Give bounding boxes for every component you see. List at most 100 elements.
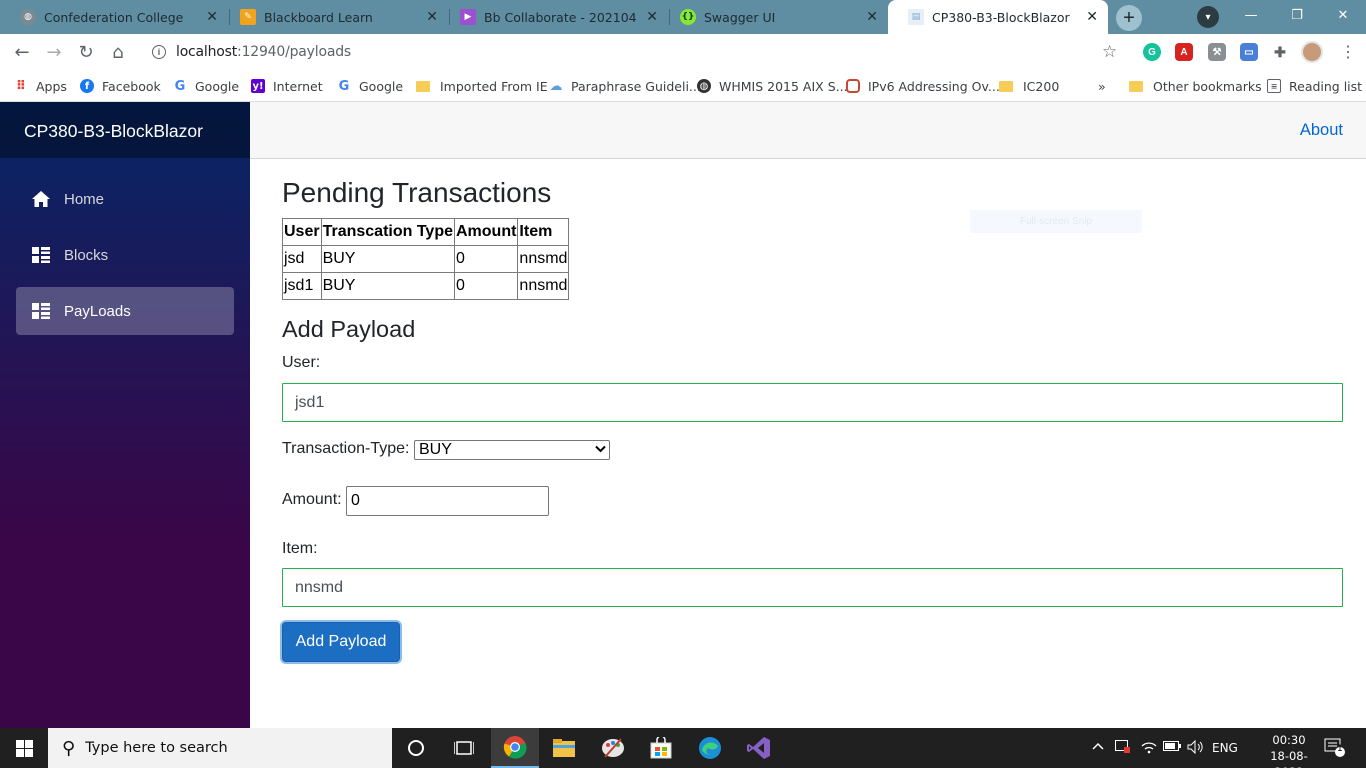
profile-avatar[interactable] [1301,41,1323,63]
bookmark-label: IPv6 Addressing Ov... [868,78,1000,94]
reload-icon[interactable]: ↻ [74,40,98,64]
close-tab-icon[interactable]: ✕ [1086,9,1098,25]
close-tab-icon[interactable]: ✕ [206,9,218,25]
transaction-type-value: BUY [419,441,452,458]
acrobat-icon[interactable]: A [1175,43,1193,61]
bookmark-whmis[interactable]: ◍ WHMIS 2015 AIX S... [697,77,848,95]
close-tab-icon[interactable]: ✕ [646,9,658,25]
brand-bar: CP380-B3-BlockBlazor [0,102,250,158]
nav-item-payloads[interactable]: PayLoads [16,287,234,335]
bookmarks-overflow-button[interactable]: » [1098,77,1106,95]
restore-icon[interactable]: ❐ [1274,0,1320,30]
bookmark-ic200[interactable]: IC200 [999,77,1059,95]
browser-menu-icon[interactable]: ⋮ [1340,42,1356,62]
bookmark-other-bookmarks[interactable]: Other bookmarks [1129,77,1262,95]
folder-icon [999,80,1013,92]
add-payload-button[interactable]: Add Payload [282,622,400,662]
home-icon [32,190,50,208]
swagger-icon: {} [680,9,696,25]
bookmark-label: Google [195,78,240,94]
task-view-icon[interactable] [440,728,488,768]
facebook-icon: f [80,79,94,93]
table-row: jsd BUY 0 nnsmd [282,245,570,273]
snip-overlay-toast: Full-screen Snip [970,210,1142,233]
grammarly-icon[interactable]: G [1143,43,1161,61]
bookmark-facebook[interactable]: f Facebook [80,77,161,95]
amount-input-value: 0 [351,492,360,509]
brand-title[interactable]: CP380-B3-BlockBlazor [24,121,203,142]
tab-blackboard-learn[interactable]: ✎ Blackboard Learn ✕ [220,0,448,34]
bookmark-apps[interactable]: ⠿ Apps [14,77,67,95]
bookmark-google-2[interactable]: G Google [337,77,403,95]
wifi-icon[interactable] [1141,740,1157,757]
system-clock[interactable]: 00:30 18-08-2021 [1258,732,1320,768]
extensions-puzzle-icon[interactable]: ✚ [1271,43,1289,61]
bookmark-label: Imported From IE [440,78,548,94]
list-icon [32,302,50,320]
collaborate-icon: ▶ [460,9,476,25]
bookmark-imported-from-ie[interactable]: Imported From IE [416,77,548,95]
volume-icon[interactable] [1187,739,1205,757]
column-header-amount: Amount [453,218,519,246]
tools-extension-icon[interactable]: ⚒ [1208,43,1226,61]
tab-search-icon[interactable]: ▾ [1197,6,1219,28]
close-window-icon[interactable]: ✕ [1320,0,1366,30]
bookmark-label: Internet [273,78,323,94]
battery-icon[interactable] [1163,740,1181,755]
close-tab-icon[interactable]: ✕ [426,9,438,25]
url-text: localhost:12940/payloads [176,44,351,60]
home-button-icon[interactable]: ⌂ [106,40,130,64]
forward-icon[interactable]: → [42,40,66,64]
item-input[interactable]: nnsmd [282,568,1343,607]
edge-icon[interactable] [686,728,734,768]
table-cell-type: BUY [320,272,455,300]
security-tray-icon[interactable] [1115,740,1131,757]
taskbar-search-box[interactable]: ⚲ Type here to search [48,728,392,768]
column-header-transaction-type: Transcation Type [320,218,455,246]
reading-list-button[interactable]: ≡ Reading list [1267,77,1362,95]
bookmark-star-icon[interactable]: ☆ [1102,42,1117,62]
tab-cp380-blockblazor[interactable]: ▤ CP380-B3-BlockBlazor ✕ [888,0,1108,34]
table-cell-user: jsd [282,245,322,273]
close-tab-icon[interactable]: ✕ [866,9,878,25]
windows-start-icon[interactable] [0,728,48,768]
tab-bb-collaborate[interactable]: ▶ Bb Collaborate - 202104 CP 3 ✕ [440,0,668,34]
visual-studio-icon[interactable] [735,728,783,768]
tab-swagger-ui[interactable]: {} Swagger UI ✕ [660,0,888,34]
store-icon[interactable] [637,728,685,768]
google-icon: G [174,78,186,94]
minimize-icon[interactable]: — [1228,0,1274,30]
table-cell-item: nnsmd [517,245,570,273]
file-explorer-icon[interactable] [540,728,588,768]
about-link[interactable]: About [1300,121,1343,140]
bookmark-ipv6[interactable]: IPv6 Addressing Ov... [846,77,1000,95]
site-info-icon[interactable]: i [152,45,166,59]
bookmark-label: Google [359,78,404,94]
paint-app-icon[interactable] [589,728,637,768]
back-icon[interactable]: ← [10,40,34,64]
bookmark-paraphrase[interactable]: ☁ Paraphrase Guideli... [549,77,701,95]
url-host: localhost [176,44,238,60]
bookmark-internet[interactable]: y! Internet [251,77,323,95]
amount-input[interactable]: 0 [346,486,549,516]
bookmark-label: Reading list [1289,78,1363,94]
notification-count: 1 [1337,744,1343,754]
url-path: :12940/payloads [237,44,351,60]
address-bar[interactable]: i localhost:12940/payloads [142,38,1132,66]
show-hidden-icons[interactable] [1092,740,1104,754]
new-tab-button[interactable]: + [1116,5,1142,31]
tab-confederation-college[interactable]: ◍ Confederation College ✕ [0,0,228,34]
screen-extension-icon[interactable]: ▭ [1240,43,1258,61]
table-row: jsd1 BUY 0 nnsmd [282,272,570,300]
notifications-icon[interactable]: 1 [1324,738,1346,761]
user-input[interactable]: jsd1 [282,383,1343,422]
transaction-type-select[interactable]: BUY [414,440,610,460]
tab-title: Swagger UI [704,9,776,25]
bookmark-google[interactable]: G Google [173,77,239,95]
nav-item-home[interactable]: Home [16,175,234,223]
cortana-icon[interactable] [392,728,440,768]
globe-icon: ◍ [697,79,711,93]
chrome-taskbar-icon[interactable] [491,728,539,768]
input-language[interactable]: ENG [1212,741,1238,755]
nav-item-blocks[interactable]: Blocks [16,231,234,279]
